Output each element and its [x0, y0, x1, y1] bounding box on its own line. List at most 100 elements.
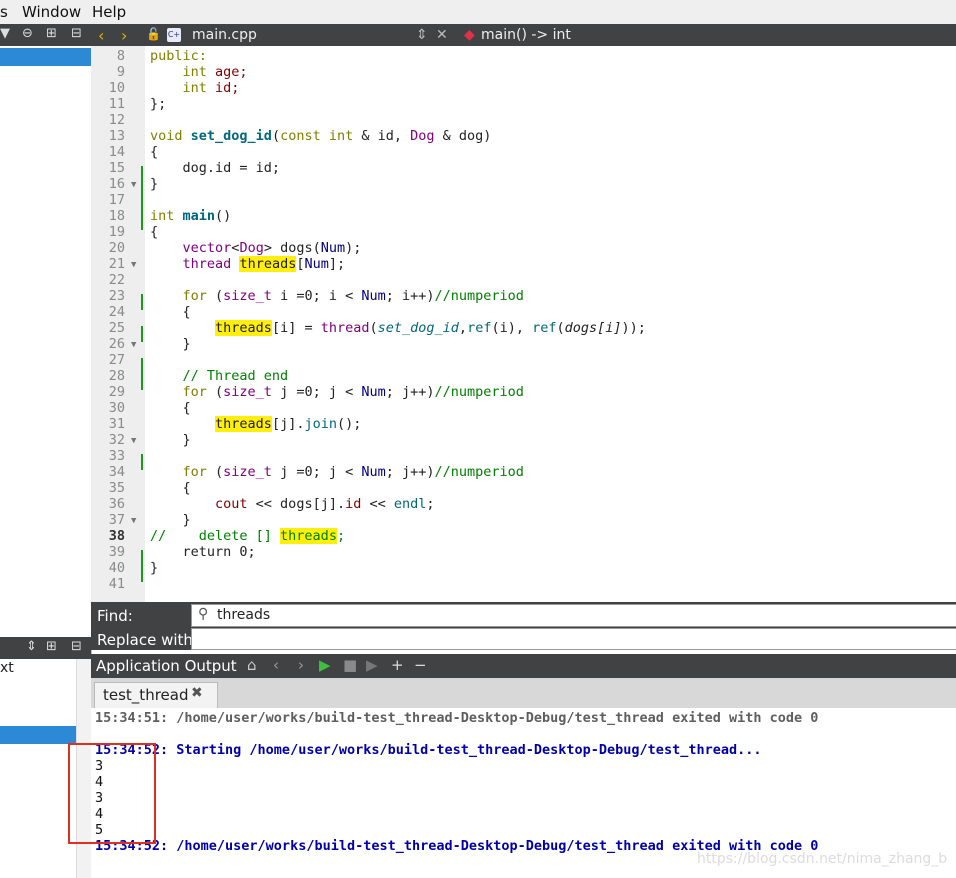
project-toolbar: ▼ ⊖ ⊞ ⊟ — [0, 24, 91, 46]
menu-bar: s Window Help — [0, 0, 956, 25]
open-documents-toolbar: ⇕ ⊞ ⊟ — [0, 637, 91, 659]
stop-icon[interactable]: ■ — [343, 656, 357, 674]
code-line: { — [150, 224, 159, 240]
code-line: for (size_t i =0; i < Num; i++)//numperi… — [182, 288, 524, 304]
line-number: 16 — [108, 176, 125, 192]
search-highlight: threads — [215, 416, 272, 432]
updown-icon[interactable]: ⇕ — [416, 27, 428, 43]
code-line: { — [182, 304, 191, 320]
code-line: } — [150, 560, 159, 576]
code-line: // delete [] threads; — [150, 528, 346, 544]
code-editor[interactable]: 8 9 10 11 12 13 14 15 16 17 18 19 20 21 22 23 24 25 26 27 28… — [91, 46, 956, 602]
search-icon: ⚲ — [198, 606, 209, 622]
code-line: int main() — [150, 208, 232, 224]
close-icon[interactable]: ✕ — [436, 27, 448, 43]
line-number: 36 — [108, 496, 125, 512]
selected-document-item[interactable] — [0, 726, 76, 744]
fold-icon[interactable]: ▼ — [131, 180, 136, 190]
code-line: }; — [150, 96, 167, 112]
change-marker — [141, 550, 143, 582]
code-line: threads[i] = thread(set_dog_id,ref(i), r… — [215, 320, 646, 336]
change-marker — [141, 326, 143, 342]
updown-icon[interactable]: ⇕ — [26, 639, 37, 654]
change-marker — [141, 166, 143, 230]
code-line: cout << dogs[j].id << endl; — [215, 496, 435, 512]
output-line: 15:34:52: Starting /home/user/works/buil… — [95, 742, 762, 758]
line-number: 29 — [108, 384, 125, 400]
find-replace-bar: Find: ⚲ threads Replace with: — [91, 602, 956, 650]
code-line: for (size_t j =0; j < Num; j++)//numperi… — [182, 464, 524, 480]
line-number: 14 — [108, 144, 125, 160]
line-number: 12 — [108, 112, 125, 128]
fold-icon[interactable]: ▼ — [131, 340, 136, 350]
broom-icon[interactable]: ⌂ — [247, 656, 257, 674]
fold-icon[interactable]: ▼ — [131, 516, 136, 526]
close-icon[interactable]: ✖ — [191, 685, 203, 701]
minus-icon[interactable]: − — [414, 656, 427, 674]
fold-icon[interactable]: ▼ — [131, 436, 136, 446]
menu-item-help[interactable]: Help — [92, 3, 126, 21]
watermark: https://blog.csdn.net/nima_zhang_b — [697, 851, 948, 867]
line-number: 15 — [108, 160, 125, 176]
replace-label: Replace with: — [97, 631, 198, 649]
line-number: 40 — [108, 560, 125, 576]
change-marker — [141, 358, 143, 390]
line-number: 24 — [108, 304, 125, 320]
plus-icon[interactable]: + — [391, 656, 404, 674]
code-line: vector<Dog> dogs(Num); — [182, 240, 362, 256]
editor-toolbar: ‹ › 🔓 C+ main.cpp ⇕ ✕ ◆ main() -> int — [91, 24, 956, 46]
close-pane-icon[interactable]: ⊟ — [71, 26, 82, 41]
filter-icon[interactable]: ▼ — [0, 26, 10, 41]
code-line: threads[j].join(); — [215, 416, 362, 432]
selected-project-item[interactable] — [0, 48, 91, 66]
line-number: 33 — [108, 448, 125, 464]
output-tab-label: test_thread — [103, 686, 189, 704]
link-icon[interactable]: ⊖ — [22, 26, 33, 41]
run-icon[interactable]: ▶ — [319, 656, 331, 674]
line-number: 17 — [108, 192, 125, 208]
close-pane-icon[interactable]: ⊟ — [71, 639, 82, 654]
line-number: 37 — [108, 512, 125, 528]
code-line: dog.id = id; — [182, 160, 281, 176]
line-number: 10 — [108, 80, 125, 96]
output-toolbar: Application Output ⌂ ‹ › ▶ ■ ▶ + − — [91, 654, 956, 678]
code-line: thread threads[Num]; — [182, 256, 346, 272]
function-icon: ◆ — [464, 27, 475, 43]
output-tabs: test_thread ✖ — [91, 678, 956, 709]
code-line: for (size_t j =0; j < Num; j++)//numperi… — [182, 384, 524, 400]
line-number: 19 — [108, 224, 125, 240]
line-number: 18 — [108, 208, 125, 224]
line-number: 25 — [108, 320, 125, 336]
back-icon[interactable]: ‹ — [98, 26, 104, 45]
line-number: 34 — [108, 464, 125, 480]
function-selector[interactable]: main() -> int — [481, 27, 571, 43]
code-line: } — [182, 512, 191, 528]
split-icon[interactable]: ⊞ — [46, 639, 57, 654]
line-number: 27 — [108, 352, 125, 368]
line-number: 9 — [116, 64, 125, 80]
debug-icon[interactable]: ▶ — [366, 656, 378, 674]
change-marker — [141, 294, 143, 310]
back-icon[interactable]: ‹ — [273, 656, 279, 674]
line-number: 20 — [108, 240, 125, 256]
code-line: { — [182, 400, 191, 416]
cpp-file-icon: C+ — [167, 28, 181, 42]
forward-icon[interactable]: › — [298, 656, 304, 674]
change-marker — [141, 454, 143, 470]
lock-icon: 🔓 — [146, 27, 161, 41]
output-tab[interactable]: test_thread ✖ — [94, 682, 218, 709]
find-input[interactable]: ⚲ threads — [191, 604, 956, 627]
menu-item-window[interactable]: Window — [22, 3, 81, 21]
file-name-tab[interactable]: main.cpp — [192, 27, 257, 43]
code-line: return 0; — [182, 544, 256, 560]
forward-icon[interactable]: › — [121, 26, 127, 45]
menu-item-partial[interactable]: s — [0, 3, 8, 21]
line-number: 39 — [108, 544, 125, 560]
code-line: int id; — [182, 80, 240, 96]
line-number: 31 — [108, 416, 125, 432]
replace-input[interactable] — [191, 628, 956, 650]
fold-icon[interactable]: ▼ — [131, 260, 136, 270]
split-icon[interactable]: ⊞ — [46, 26, 57, 41]
line-number: 21 — [108, 256, 125, 272]
search-highlight: threads — [280, 528, 337, 544]
